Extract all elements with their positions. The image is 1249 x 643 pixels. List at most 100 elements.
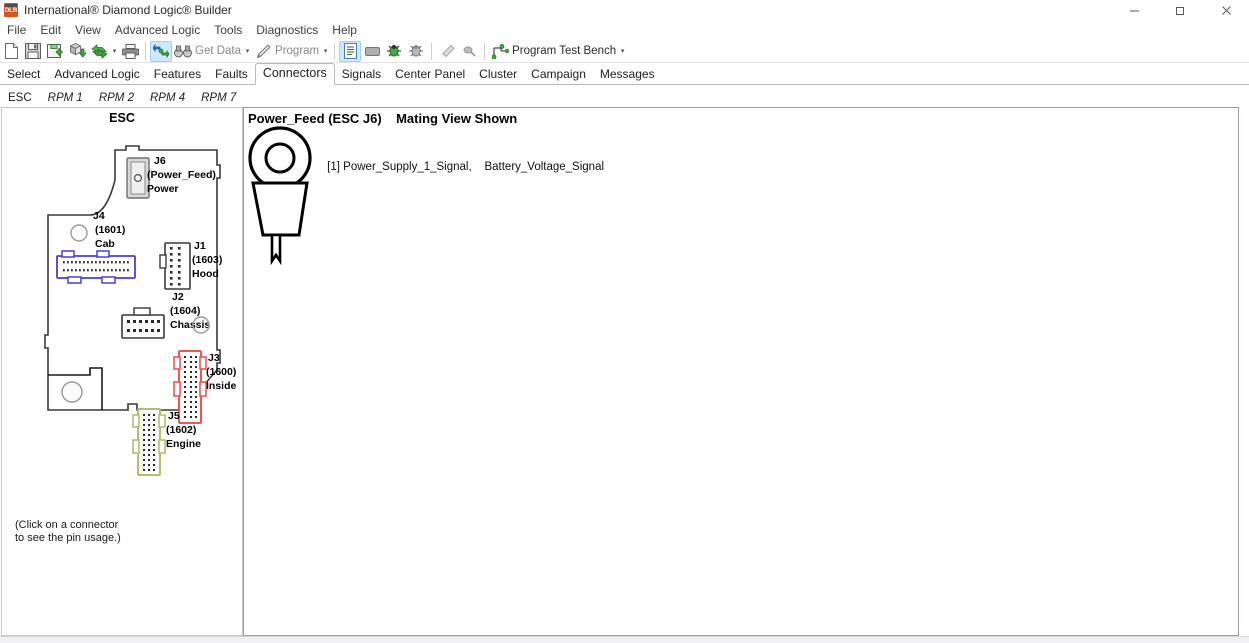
- toolbar-separator-3: [431, 43, 432, 60]
- eraser-button: [436, 41, 458, 62]
- connector-j6-code: (Power_Feed): [147, 169, 216, 181]
- connector-j5-name: Engine: [166, 438, 201, 450]
- app-icon: DLB: [4, 3, 18, 17]
- subtab-rpm-1[interactable]: RPM 1: [40, 90, 91, 107]
- get-data-icon-button[interactable]: [172, 41, 194, 62]
- connector-j4[interactable]: [57, 251, 135, 283]
- app-icon-label: DLB: [4, 7, 18, 16]
- test-bench-icon: [492, 44, 509, 59]
- binoculars-icon: [174, 45, 192, 58]
- tab-center-panel[interactable]: Center Panel: [388, 64, 472, 85]
- pencil-icon: [255, 44, 271, 59]
- debug-stop-icon: [408, 43, 424, 59]
- connector-click-hint: (Click on a connector to see the pin usa…: [15, 519, 121, 545]
- cursor-button: [458, 41, 480, 62]
- program-test-bench-label[interactable]: Program Test Bench: [511, 45, 618, 57]
- menu-item-view[interactable]: View: [68, 22, 108, 38]
- application-window: DLB International® Diamond Logic® Builde…: [0, 0, 1249, 643]
- tab-select[interactable]: Select: [0, 64, 47, 85]
- connector-j1-id: J1: [194, 240, 206, 252]
- menu-item-advanced-logic[interactable]: Advanced Logic: [108, 22, 207, 38]
- save-template-button[interactable]: [44, 41, 66, 62]
- title-bar: DLB International® Diamond Logic® Builde…: [0, 0, 1249, 20]
- connector-j2-code: (1604): [170, 305, 200, 317]
- cursor-icon: [462, 44, 477, 58]
- minimize-button[interactable]: [1111, 0, 1157, 20]
- pin-index: [1]: [327, 161, 340, 173]
- connector-detail-panel: Power_Feed (ESC J6) Mating View Shown [1…: [243, 107, 1239, 636]
- tab-cluster[interactable]: Cluster: [472, 64, 524, 85]
- window-controls: [1111, 0, 1249, 20]
- subtab-esc[interactable]: ESC: [0, 90, 40, 107]
- program-label[interactable]: Program: [274, 45, 321, 57]
- menu-item-tools[interactable]: Tools: [207, 22, 249, 38]
- tab-faults[interactable]: Faults: [208, 64, 255, 85]
- program-test-bench-icon-button[interactable]: [489, 41, 511, 62]
- toolbar: ▾: [0, 40, 1249, 63]
- connector-j6-id: J6: [154, 155, 166, 167]
- subtab-rpm-2[interactable]: RPM 2: [91, 90, 142, 107]
- print-icon: [122, 44, 139, 59]
- connector-j6[interactable]: [127, 158, 149, 198]
- sync-refresh-button[interactable]: [88, 41, 110, 62]
- menu-item-help[interactable]: Help: [325, 22, 364, 38]
- menu-item-file[interactable]: File: [0, 22, 33, 38]
- debug-stop-button[interactable]: [405, 41, 427, 62]
- save-icon: [25, 43, 41, 59]
- connector-j3-id: J3: [208, 352, 220, 364]
- tab-features[interactable]: Features: [147, 64, 208, 85]
- connector-map-panel: ESC J6 (Power_Feed) Power: [1, 107, 243, 636]
- connector-detail-title: Power_Feed (ESC J6) Mating View Shown: [248, 111, 517, 126]
- window-title: International® Diamond Logic® Builder: [24, 3, 232, 17]
- refresh-sync-icon: [91, 44, 108, 59]
- connector-j5-code: (1602): [166, 424, 196, 436]
- connector-j3-code: (1600): [206, 366, 236, 378]
- module-button[interactable]: [361, 41, 383, 62]
- get-template-button[interactable]: [66, 41, 88, 62]
- get-data-label[interactable]: Get Data: [194, 45, 243, 57]
- pin-signal: Power_Supply_1_Signal,: [343, 161, 472, 173]
- maximize-restore-button[interactable]: [1157, 0, 1203, 20]
- program-icon-button[interactable]: [252, 41, 274, 62]
- connector-j1-code: (1603): [192, 254, 222, 266]
- connector-j5[interactable]: [133, 409, 165, 475]
- subtab-rpm-7[interactable]: RPM 7: [193, 90, 244, 107]
- connect-button[interactable]: [150, 41, 172, 62]
- tab-signals[interactable]: Signals: [335, 64, 388, 85]
- pin-row: [1] Power_Supply_1_Signal, Battery_Volta…: [308, 149, 604, 185]
- tab-connectors[interactable]: Connectors: [255, 63, 335, 85]
- report-button[interactable]: [339, 41, 361, 62]
- pin-alt-signal: Battery_Voltage_Signal: [484, 161, 604, 173]
- program-dropdown-arrow[interactable]: ▾: [321, 41, 330, 62]
- get-data-dropdown-arrow[interactable]: ▾: [243, 41, 252, 62]
- print-button[interactable]: [119, 41, 141, 62]
- status-bar: [0, 636, 1249, 643]
- tab-messages[interactable]: Messages: [593, 64, 662, 85]
- report-icon: [344, 43, 357, 59]
- connect-icon: [153, 44, 170, 58]
- menu-item-edit[interactable]: Edit: [33, 22, 68, 38]
- main-tab-strip: Select Advanced Logic Features Faults Co…: [0, 64, 1249, 85]
- menu-item-diagnostics[interactable]: Diagnostics: [249, 22, 325, 38]
- connector-j2-id: J2: [172, 291, 184, 303]
- sync-dropdown-arrow[interactable]: ▾: [110, 41, 119, 62]
- eraser-icon: [440, 44, 455, 59]
- sub-tab-strip: ESC RPM 1 RPM 2 RPM 4 RPM 7: [0, 88, 1249, 107]
- toolbar-separator-4: [484, 43, 485, 60]
- debug-run-icon: [386, 43, 402, 59]
- module-icon: [365, 45, 380, 57]
- subtab-rpm-4[interactable]: RPM 4: [142, 90, 193, 107]
- tab-advanced-logic[interactable]: Advanced Logic: [47, 64, 146, 85]
- connector-j4-code: (1601): [95, 224, 125, 236]
- close-button[interactable]: [1203, 0, 1249, 20]
- connector-j1[interactable]: [160, 243, 190, 289]
- tab-campaign[interactable]: Campaign: [524, 64, 593, 85]
- save-button[interactable]: [22, 41, 44, 62]
- program-test-bench-dropdown-arrow[interactable]: ▾: [618, 41, 627, 62]
- connector-j5-id: J5: [168, 410, 180, 422]
- connector-j6-name: Power: [147, 183, 179, 195]
- new-document-button[interactable]: [0, 41, 22, 62]
- new-document-icon: [4, 43, 19, 59]
- menu-bar: File Edit View Advanced Logic Tools Diag…: [0, 21, 1249, 39]
- debug-run-button[interactable]: [383, 41, 405, 62]
